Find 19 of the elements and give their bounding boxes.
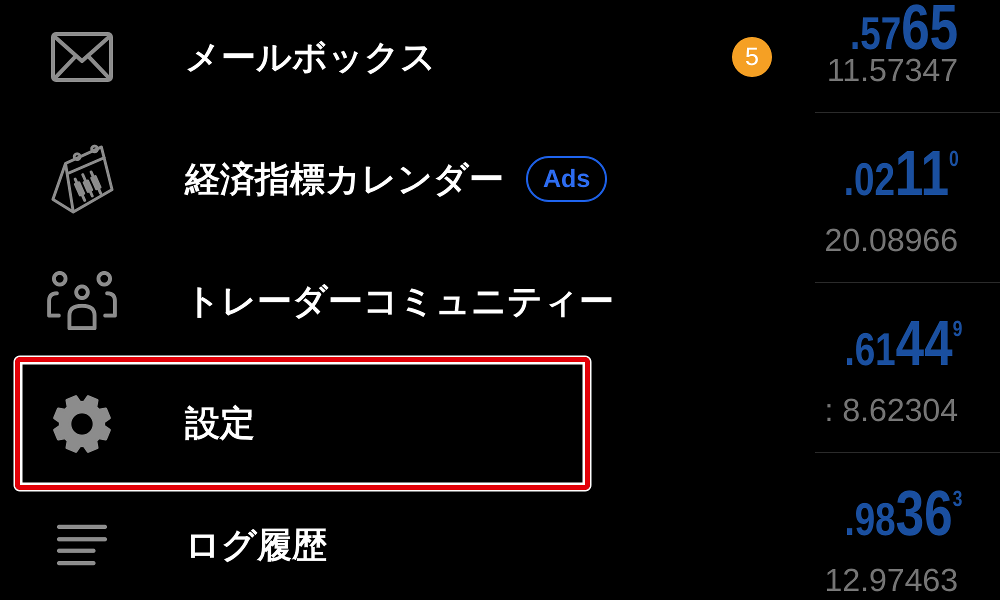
- price-text: .9836$^{3}$: [844, 485, 962, 547]
- menu-item[interactable]: メールボックス: [20, 32, 436, 82]
- settings-icon: [51, 392, 113, 454]
- price-text: .6144$^{9}$: [844, 315, 962, 377]
- menu-item[interactable]: 経済指標カレンダー: [20, 143, 504, 215]
- ads-tag: Ads: [526, 156, 608, 202]
- secondary-price-text: 11.57347: [826, 52, 958, 88]
- envelope-icon: [51, 32, 113, 82]
- menu-item[interactable]: 設定: [20, 392, 255, 454]
- menu-item[interactable]: ログ履歴: [20, 522, 327, 568]
- menu-item[interactable]: トレーダーコミュニティー: [20, 271, 614, 331]
- secondary-price-text: 12.97463: [824, 562, 958, 598]
- text-lines-icon: [56, 524, 108, 566]
- secondary-price-text: : 8.62304: [824, 392, 958, 428]
- unread-count-badge: 5: [732, 37, 772, 77]
- secondary-price-text: 20.08966: [824, 222, 958, 258]
- price-text: .0211$^{0}$: [844, 145, 959, 207]
- desk-calendar-icon: [50, 143, 114, 215]
- people-group-icon: [45, 271, 119, 331]
